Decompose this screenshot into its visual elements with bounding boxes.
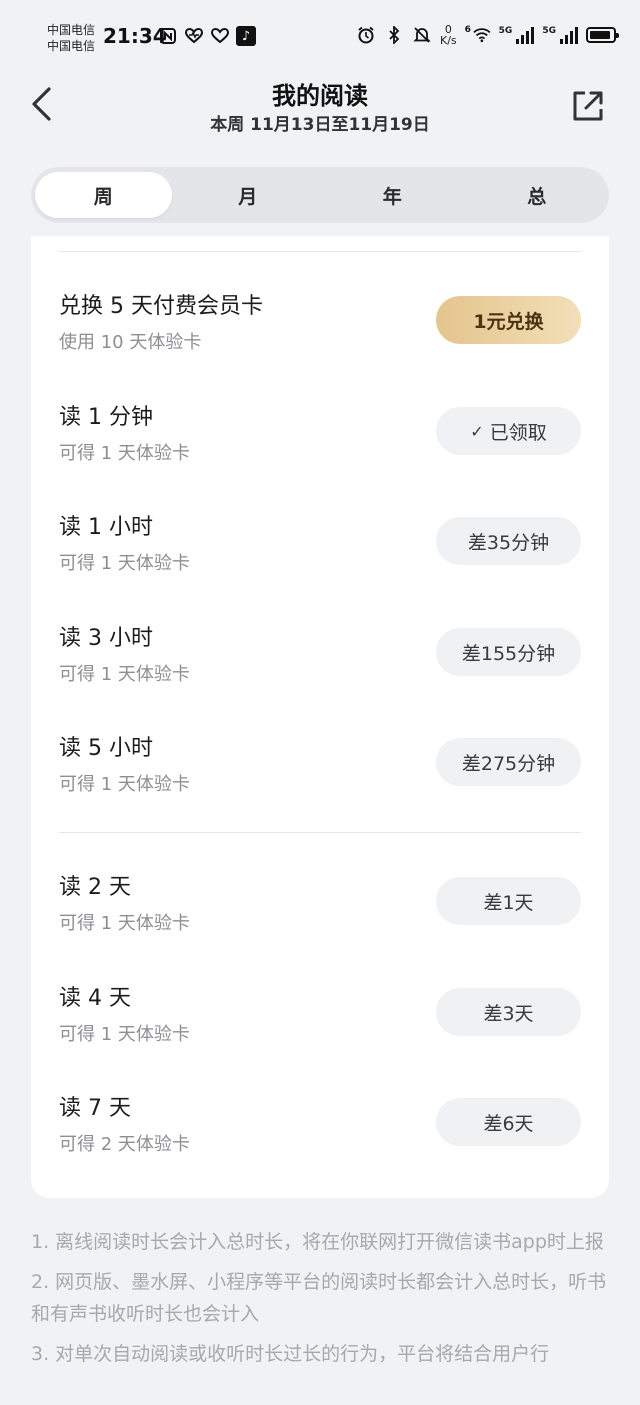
battery-fill (589, 31, 610, 39)
sim1-label: 5G (498, 26, 513, 36)
item-title: 读 5 小时 (59, 736, 153, 761)
list-item: 读 3 小时 可得 1 天体验卡 差155分钟 (31, 620, 609, 710)
progress-button[interactable]: 差1天 (436, 877, 581, 925)
progress-button[interactable]: 差6天 (436, 1098, 581, 1146)
list-item: 读 5 小时 可得 1 天体验卡 差275分钟 (31, 730, 609, 820)
mute-bell-icon (412, 25, 432, 45)
list-item: 读 2 天 可得 1 天体验卡 差1天 (31, 869, 609, 959)
item-title: 兑换 5 天付费会员卡 (59, 294, 263, 319)
status-bar: 中国电信 中国电信 21:34 ♪ 0 K/s 6 5G 5G (0, 0, 640, 70)
share-icon (573, 91, 603, 121)
item-desc: 使用 10 天体验卡 (59, 332, 202, 353)
period-tabs: 周 月 年 总 (31, 167, 609, 223)
note-item: 1. 离线阅读时长会计入总时长，将在你联网打开微信读书app时上报 (31, 1231, 604, 1253)
alarm-icon (356, 25, 376, 45)
carrier-1: 中国电信 (47, 23, 96, 37)
sim2-label: 5G (542, 26, 556, 36)
signal-sim1-icon: 5G (499, 26, 535, 44)
progress-button[interactable]: 差155分钟 (436, 628, 581, 676)
wifi-icon: 6 (465, 25, 491, 45)
item-title: 读 7 天 (59, 1096, 131, 1121)
page-subtitle: 本周 11月13日至11月19日 (210, 115, 430, 135)
item-desc: 可得 1 天体验卡 (59, 913, 190, 934)
tab-total[interactable]: 总 (469, 172, 606, 218)
item-title: 读 3 小时 (59, 626, 153, 651)
item-title: 读 1 小时 (59, 515, 153, 540)
checkmark-icon: ✓ (470, 421, 484, 441)
claimed-button[interactable]: ✓ 已领取 (436, 407, 581, 455)
carrier-2: 中国电信 (47, 39, 96, 53)
wifi-label: 6 (464, 25, 471, 35)
list-item: 兑换 5 天付费会员卡 使用 10 天体验卡 1元兑换 (31, 288, 609, 378)
item-desc: 可得 1 天体验卡 (59, 443, 190, 464)
item-desc: 可得 1 天体验卡 (59, 553, 190, 574)
net-speed-unit: K/s (440, 34, 457, 47)
tab-year[interactable]: 年 (324, 172, 461, 218)
item-title: 读 2 天 (59, 875, 131, 900)
item-desc: 可得 1 天体验卡 (59, 1024, 190, 1045)
bluetooth-icon (384, 25, 404, 45)
progress-button[interactable]: 差35分钟 (436, 517, 581, 565)
list-item: 读 1 小时 可得 1 天体验卡 差35分钟 (31, 509, 609, 599)
carrier-info: 中国电信 中国电信 (47, 22, 95, 54)
redeem-button[interactable]: 1元兑换 (436, 296, 581, 344)
tab-month[interactable]: 月 (180, 172, 317, 218)
list-item: 读 1 分钟 可得 1 天体验卡 ✓ 已领取 (31, 399, 609, 489)
rules-notes: 1. 离线阅读时长会计入总时长，将在你联网打开微信读书app时上报 2. 网页版… (31, 1226, 611, 1378)
item-title: 读 1 分钟 (59, 405, 153, 430)
claimed-label: 已领取 (489, 421, 547, 444)
progress-button[interactable]: 差275分钟 (436, 738, 581, 786)
item-desc: 可得 1 天体验卡 (59, 774, 190, 795)
battery-icon (585, 27, 619, 43)
divider (59, 251, 581, 252)
signal-sim2-icon: 5G (542, 26, 578, 44)
item-title: 读 4 天 (59, 986, 131, 1011)
reward-card: 兑换 5 天付费会员卡 使用 10 天体验卡 1元兑换 读 1 分钟 可得 1 … (31, 236, 609, 1198)
tiktok-icon: ♪ (236, 26, 256, 46)
heart-icon (210, 26, 230, 46)
list-item: 读 4 天 可得 1 天体验卡 差3天 (31, 980, 609, 1070)
list-item: 读 7 天 可得 2 天体验卡 差6天 (31, 1090, 609, 1180)
progress-button[interactable]: 差3天 (436, 988, 581, 1036)
heart-rate-icon (184, 26, 204, 46)
item-desc: 可得 1 天体验卡 (59, 664, 190, 685)
item-desc: 可得 2 天体验卡 (59, 1134, 190, 1155)
note-item: 3. 对单次自动阅读或收听时长过长的行为，平台将结合用户行 (31, 1343, 550, 1365)
nfc-icon (158, 26, 178, 46)
note-item: 2. 网页版、墨水屏、小程序等平台的阅读时长都会计入总时长，听书和有声书收听时长… (31, 1271, 607, 1325)
divider (59, 832, 581, 833)
tab-week[interactable]: 周 (35, 172, 172, 218)
page-title: 我的阅读 (272, 82, 368, 110)
share-button[interactable] (566, 84, 610, 128)
net-speed: 0 K/s (440, 24, 457, 46)
